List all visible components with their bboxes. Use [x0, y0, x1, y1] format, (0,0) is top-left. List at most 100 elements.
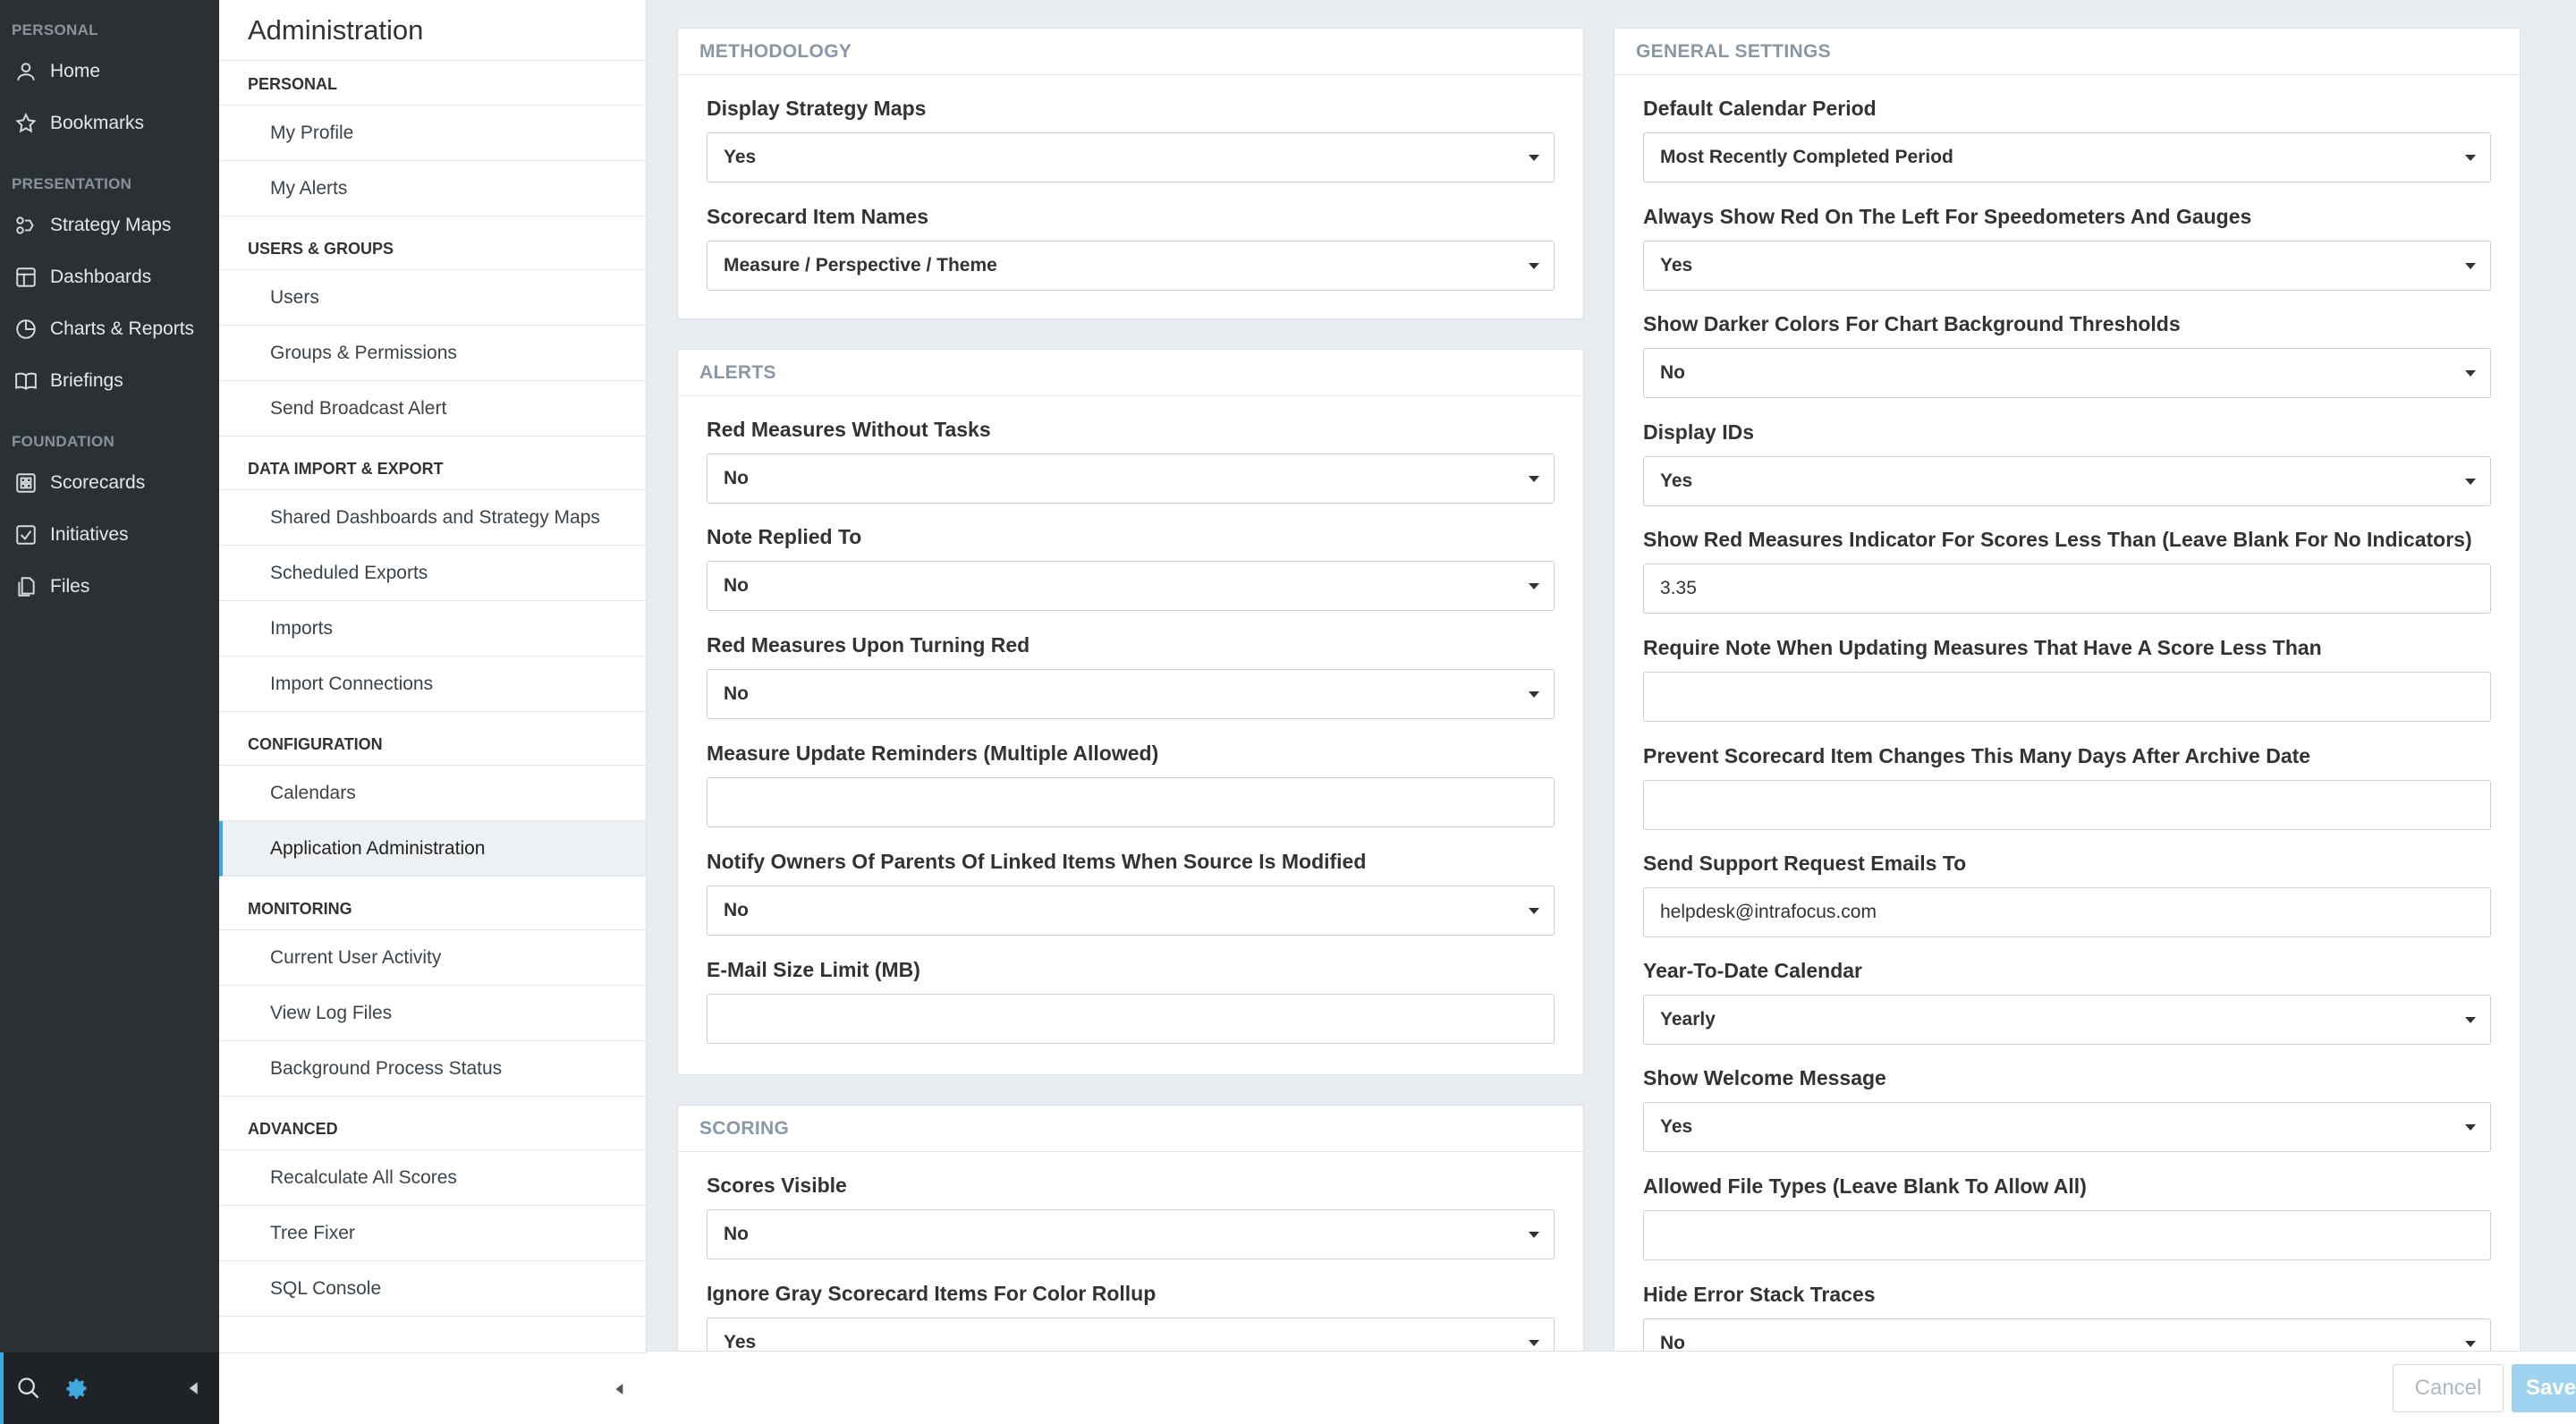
collapse-menu-icon[interactable] [613, 1380, 627, 1398]
display-ids-select[interactable]: Yes [1643, 456, 2491, 506]
nav-item-files[interactable]: Files [0, 564, 219, 610]
book-icon [15, 372, 37, 390]
note-replied-to-select[interactable]: No [707, 561, 1555, 611]
prevent-scorecard-changes-input[interactable] [1643, 780, 2491, 830]
nav-item-initiatives[interactable]: Initiatives [0, 512, 219, 558]
select-value: Yes [1660, 1116, 1693, 1137]
support-request-emails-input[interactable]: helpdesk@intrafocus.com [1643, 887, 2491, 937]
always-show-red-left-select[interactable]: Yes [1643, 241, 2491, 291]
menu-item-users[interactable]: Users [219, 270, 646, 326]
chevron-down-icon [2465, 263, 2476, 269]
person-icon [17, 63, 35, 81]
red-measures-indicator-input[interactable]: 3.35 [1643, 564, 2491, 614]
admin-menu-footer [219, 1352, 647, 1424]
nav-item-charts-reports[interactable]: Charts & Reports [0, 306, 219, 352]
hide-error-stack-traces-select[interactable]: No [1643, 1318, 2491, 1351]
nav-item-home[interactable]: Home [0, 48, 219, 95]
menu-item-scheduled-exports[interactable]: Scheduled Exports [219, 546, 646, 601]
scoring-panel: SCORING Scores Visible No Ignore Gray Sc… [677, 1105, 1584, 1351]
chevron-down-icon [1529, 583, 1539, 589]
menu-item-background-process-status[interactable]: Background Process Status [219, 1041, 646, 1097]
nav-item-dashboards[interactable]: Dashboards [0, 254, 219, 301]
nav-item-label: Bookmarks [50, 113, 145, 133]
field-label: Red Measures Without Tasks [707, 418, 991, 441]
email-size-limit-input[interactable] [707, 994, 1555, 1044]
menu-item-calendars[interactable]: Calendars [219, 766, 646, 821]
field-label: Show Red Measures Indicator For Scores L… [1643, 528, 2472, 551]
field-email-size-limit: E-Mail Size Limit (MB) [707, 958, 1555, 1047]
panel-title: SCORING [678, 1106, 1583, 1152]
nav-item-strategy-maps[interactable]: Strategy Maps [0, 202, 219, 249]
menu-item-import-connections[interactable]: Import Connections [219, 657, 646, 712]
save-button[interactable]: Save [2512, 1364, 2576, 1412]
menu-item-recalculate-all-scores[interactable]: Recalculate All Scores [219, 1150, 646, 1206]
menu-item-imports[interactable]: Imports [219, 601, 646, 657]
menu-item-view-log-files[interactable]: View Log Files [219, 986, 646, 1041]
field-label: Scorecard Item Names [707, 205, 929, 228]
ignore-gray-scorecard-items-select[interactable]: Yes [707, 1318, 1555, 1351]
field-red-measures-without-tasks: Red Measures Without Tasks No [707, 418, 1555, 507]
field-label: Ignore Gray Scorecard Items For Color Ro… [707, 1282, 1157, 1305]
admin-menu: Administration PERSONAL My Profile My Al… [219, 0, 647, 1424]
field-label: Show Welcome Message [1643, 1066, 1886, 1089]
menu-item-my-alerts[interactable]: My Alerts [219, 161, 646, 216]
nav-item-briefings[interactable]: Briefings [0, 358, 219, 404]
cancel-button[interactable]: Cancel [2393, 1364, 2504, 1412]
pie-chart-icon [16, 319, 36, 339]
menu-item-send-broadcast-alert[interactable]: Send Broadcast Alert [219, 381, 646, 437]
menu-item-application-administration[interactable]: Application Administration [219, 821, 646, 877]
measure-update-reminders-input[interactable] [707, 777, 1555, 827]
require-note-score-input[interactable] [1643, 672, 2491, 722]
nav-footer [0, 1352, 219, 1424]
nav-item-label: Home [50, 61, 101, 81]
scorecard-icon [16, 473, 36, 493]
alerts-panel: ALERTS Red Measures Without Tasks No Not… [677, 349, 1584, 1075]
menu-item-tree-fixer[interactable]: Tree Fixer [219, 1206, 646, 1261]
field-label: Prevent Scorecard Item Changes This Many… [1643, 744, 2311, 767]
star-icon [15, 113, 37, 133]
notify-owners-of-parents-select[interactable]: No [707, 886, 1555, 936]
settings-content: METHODOLOGY Display Strategy Maps Yes Sc… [647, 0, 2576, 1351]
field-notify-owners-of-parents: Notify Owners Of Parents Of Linked Items… [707, 850, 1555, 939]
panel-title: METHODOLOGY [678, 29, 1583, 75]
chevron-down-icon [2465, 479, 2476, 485]
nav-item-scorecards[interactable]: Scorecards [0, 460, 219, 506]
show-darker-colors-select[interactable]: No [1643, 348, 2491, 398]
menu-item-shared-dashboards[interactable]: Shared Dashboards and Strategy Maps [219, 490, 646, 546]
scorecard-item-names-select[interactable]: Measure / Perspective / Theme [707, 241, 1555, 291]
search-icon[interactable] [16, 1376, 41, 1401]
field-note-replied-to: Note Replied To No [707, 525, 1555, 615]
default-calendar-period-select[interactable]: Most Recently Completed Period [1643, 132, 2491, 182]
menu-item-sql-console[interactable]: SQL Console [219, 1261, 646, 1317]
menu-item-my-profile[interactable]: My Profile [219, 106, 646, 161]
select-value: Yearly [1660, 1009, 1716, 1030]
scores-visible-select[interactable]: No [707, 1209, 1555, 1259]
active-indicator [0, 1352, 4, 1424]
nav-section-foundation: FOUNDATION Scorecards Initiatives Files [0, 433, 219, 610]
nav-section-presentation: PRESENTATION Strategy Maps Dashboards Ch… [0, 175, 219, 404]
nav-item-bookmarks[interactable]: Bookmarks [0, 100, 219, 147]
select-value: No [1660, 1333, 1685, 1351]
menu-item-groups-permissions[interactable]: Groups & Permissions [219, 326, 646, 381]
red-measures-without-tasks-select[interactable]: No [707, 453, 1555, 504]
field-label: Display IDs [1643, 420, 1754, 444]
select-value: Yes [1660, 470, 1693, 491]
allowed-file-types-input[interactable] [1643, 1210, 2491, 1260]
field-show-welcome-message: Show Welcome Message Yes [1643, 1066, 2491, 1156]
checkbox-icon [16, 525, 36, 545]
field-label: Require Note When Updating Measures That… [1643, 636, 2322, 659]
chevron-down-icon [2465, 370, 2476, 377]
field-hide-error-stack-traces: Hide Error Stack Traces No [1643, 1283, 2491, 1351]
red-measures-upon-turning-red-select[interactable]: No [707, 669, 1555, 719]
nav-item-label: Files [50, 576, 90, 597]
menu-item-current-user-activity[interactable]: Current User Activity [219, 930, 646, 986]
gear-icon[interactable] [64, 1376, 89, 1401]
display-strategy-maps-select[interactable]: Yes [707, 132, 1555, 182]
collapse-left-icon[interactable] [186, 1379, 202, 1397]
nav-item-label: Initiatives [50, 524, 129, 545]
field-label: E-Mail Size Limit (MB) [707, 958, 920, 981]
field-display-ids: Display IDs Yes [1643, 420, 2491, 510]
year-to-date-calendar-select[interactable]: Yearly [1643, 995, 2491, 1045]
chevron-down-icon [1529, 1340, 1539, 1346]
show-welcome-message-select[interactable]: Yes [1643, 1102, 2491, 1152]
